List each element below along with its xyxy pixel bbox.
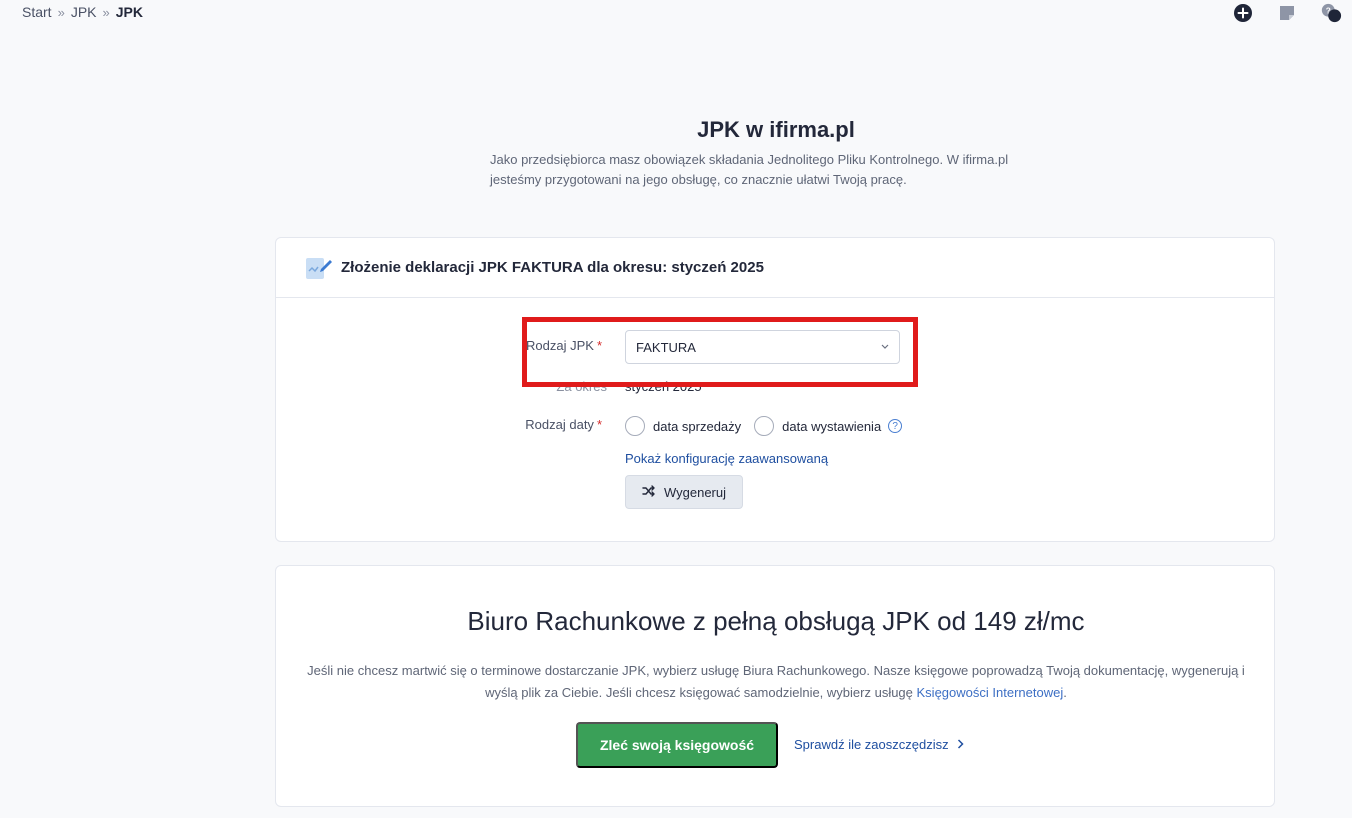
breadcrumb-separator: » [57,4,65,20]
jpk-type-label: Rodzaj JPK * [526,338,602,353]
chevron-right-icon [957,737,964,752]
date-type-row: Rodzaj daty * [276,417,612,432]
breadcrumb-item-jpk[interactable]: JPK [71,4,97,20]
add-icon[interactable] [1232,2,1254,24]
order-accounting-button[interactable]: Zleć swoją księgowość [576,722,778,768]
date-type-radio-group: data sprzedaży data wystawienia ? [625,416,903,436]
chevron-down-icon [881,342,889,353]
office-title: Biuro Rachunkowe z pełną obsługą JPK od … [467,606,1085,636]
date-option-sale[interactable]: data sprzedaży [625,416,741,436]
check-savings-link[interactable]: Sprawdź ile zaoszczędzisz [794,737,964,752]
page-title: JPK w ifirma.pl [697,117,855,142]
jpk-type-value: FAKTURA [636,339,696,355]
declaration-card-header: Złożenie deklaracji JPK FAKTURA dla okre… [276,238,1274,298]
jpk-type-select[interactable]: FAKTURA [625,330,900,364]
date-option-issue[interactable]: data wystawienia [754,416,881,436]
page-description-line2: jesteśmy przygotowani na jego obsługę, c… [490,172,907,187]
declaration-card-title: Złożenie deklaracji JPK FAKTURA dla okre… [341,259,764,276]
declaration-card: Złożenie deklaracji JPK FAKTURA dla okre… [275,237,1275,542]
office-description: Jeśli nie chcesz martwić się o terminowe… [307,663,1245,700]
generate-button[interactable]: Wygeneruj [625,475,743,509]
breadcrumb: Start » JPK » JPK [22,4,143,20]
page-description-line1: Jako przedsiębiorca masz obowiązek skład… [490,152,1009,167]
jpk-type-row: Rodzaj JPK * [276,338,612,353]
document-edit-icon [305,255,333,281]
shuffle-icon [642,484,656,500]
advanced-config-link[interactable]: Pokaż konfigurację zaawansowaną [625,451,828,466]
accounting-office-card: Biuro Rachunkowe z pełną obsługą JPK od … [275,565,1275,807]
breadcrumb-item-start[interactable]: Start [22,4,52,20]
breadcrumb-separator: » [102,4,110,20]
sticky-note-icon[interactable] [1276,2,1298,24]
period-label: Za okres [556,379,607,394]
help-icon[interactable]: ? [888,419,903,433]
breadcrumb-item-current: JPK [115,4,143,20]
radio-sale-date[interactable] [625,416,645,436]
top-toolbar: ? [1232,2,1342,24]
date-type-label: Rodzaj daty * [525,417,602,432]
period-value: styczeń 2025 [625,379,702,394]
internet-accounting-link[interactable]: Księgowości Internetowej [917,685,1064,700]
radio-issue-date[interactable] [754,416,775,436]
help-chat-icon[interactable]: ? [1320,2,1342,24]
